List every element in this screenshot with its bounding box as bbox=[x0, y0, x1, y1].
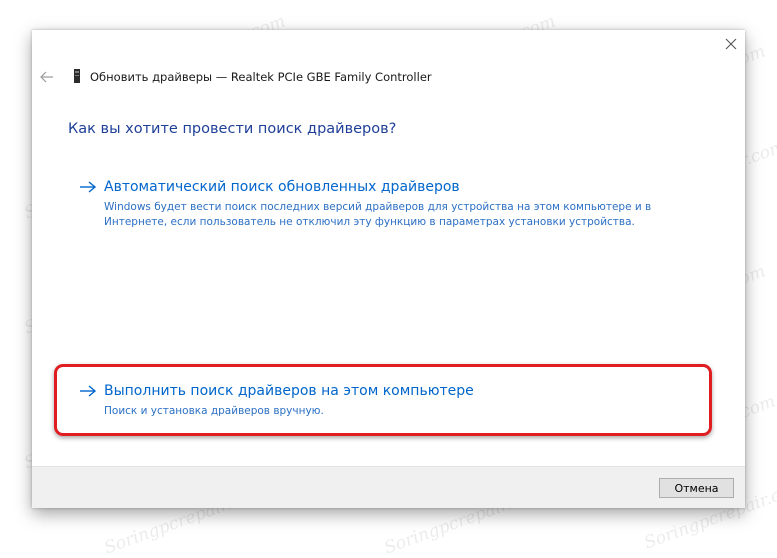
back-button[interactable] bbox=[38, 68, 56, 86]
dialog-titlebar: Обновить драйверы — Realtek PCIe GBE Fam… bbox=[32, 66, 745, 88]
update-drivers-dialog: Обновить драйверы — Realtek PCIe GBE Fam… bbox=[32, 30, 745, 508]
arrow-right-icon bbox=[80, 385, 97, 397]
network-adapter-icon bbox=[74, 69, 80, 83]
arrow-right-icon bbox=[80, 181, 97, 193]
dialog-footer: Отмена bbox=[32, 466, 745, 508]
highlight-frame bbox=[54, 364, 712, 436]
auto-search-title[interactable]: Автоматический поиск обновленных драйвер… bbox=[104, 179, 460, 195]
page-heading: Как вы хотите провести поиск драйверов? bbox=[68, 121, 397, 137]
close-icon bbox=[725, 38, 737, 50]
manual-search-title[interactable]: Выполнить поиск драйверов на этом компью… bbox=[104, 383, 474, 399]
auto-search-description: Windows будет вести поиск последних верс… bbox=[104, 201, 652, 228]
back-arrow-icon bbox=[40, 71, 53, 83]
cancel-button[interactable]: Отмена bbox=[659, 478, 734, 498]
dialog-title: Обновить драйверы — Realtek PCIe GBE Fam… bbox=[90, 70, 432, 84]
manual-search-description: Поиск и установка драйверов вручную. bbox=[104, 405, 324, 417]
close-button[interactable] bbox=[723, 36, 739, 52]
